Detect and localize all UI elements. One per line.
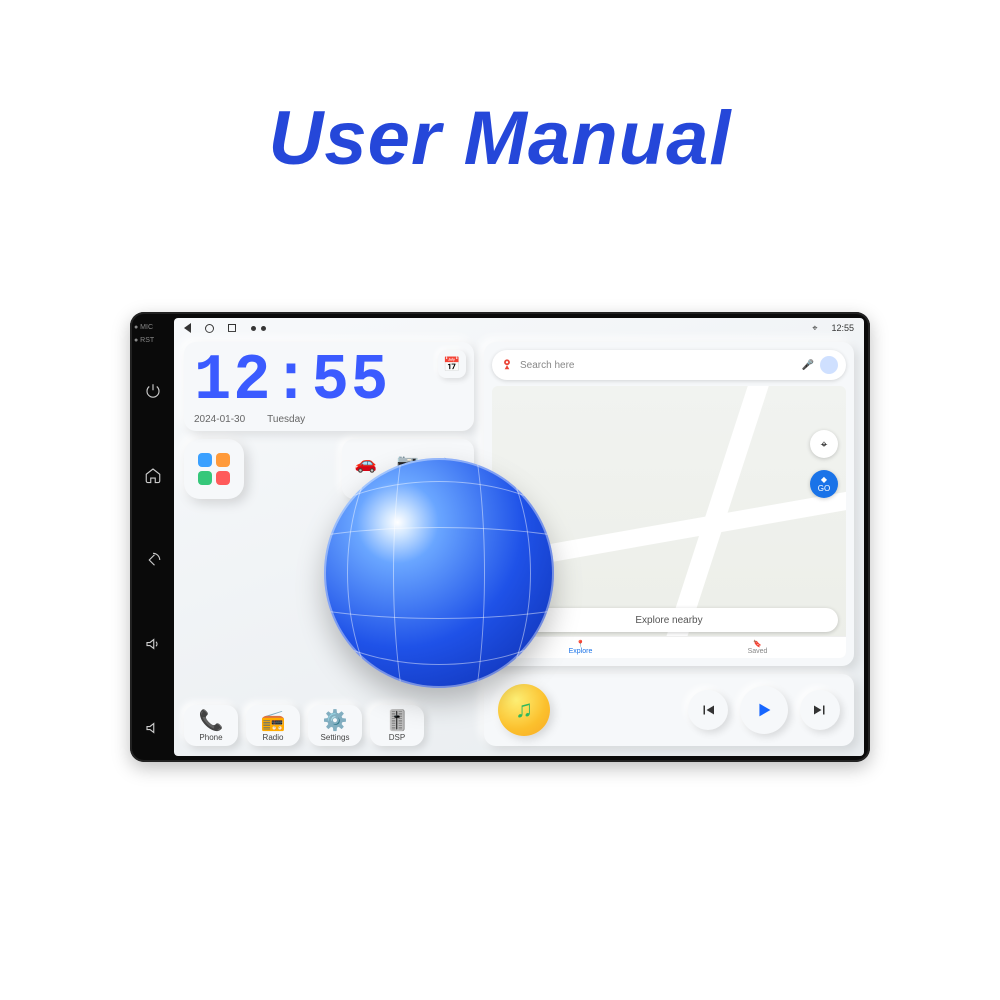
volume-up-icon[interactable]: [144, 635, 162, 658]
phone-label: Phone: [199, 733, 222, 742]
apps-grid-icon: [198, 453, 230, 485]
settings-app[interactable]: ⚙️ Settings: [308, 705, 362, 746]
radio-icon: 📻: [261, 711, 286, 731]
go-button[interactable]: ◆ GO: [810, 470, 838, 498]
hardware-button-strip: [140, 382, 166, 742]
next-button[interactable]: [800, 690, 840, 730]
play-button[interactable]: [740, 686, 788, 734]
volume-down-icon[interactable]: [144, 719, 162, 742]
status-bar: ⌖ 12:55: [174, 318, 864, 338]
device-frame: ● MIC ● RST ⌖ 12:55 12:55 📅: [130, 312, 870, 762]
rst-port-label: ● RST: [134, 337, 154, 344]
clock-widget[interactable]: 12:55 📅 2024-01-30 Tuesday: [184, 342, 474, 431]
send-icon[interactable]: ➤: [432, 445, 468, 481]
mic-port-label: ● MIC: [134, 324, 154, 331]
power-icon[interactable]: [144, 382, 162, 405]
settings-label: Settings: [321, 733, 350, 742]
music-player: ♫: [484, 674, 854, 746]
dsp-app[interactable]: 🎚️ DSP: [370, 705, 424, 746]
map-canvas[interactable]: Google ⌖ ◆ GO Explore nearby: [492, 386, 846, 658]
navigation-icon: ◆: [821, 475, 827, 484]
nav-home-icon[interactable]: [205, 324, 214, 333]
apps-button[interactable]: [184, 439, 244, 499]
radio-app[interactable]: 📻 Radio: [246, 705, 300, 746]
nav-back-icon[interactable]: [184, 323, 191, 333]
camera-icon[interactable]: 📷: [390, 445, 426, 481]
dsp-label: DSP: [389, 733, 405, 742]
quick-actions: 🚗 📷 ➤: [342, 439, 474, 499]
tab-saved-label: Saved: [748, 648, 768, 655]
locate-button[interactable]: ⌖: [810, 430, 838, 458]
equalizer-icon: 🎚️: [385, 711, 410, 731]
page-title: User Manual: [269, 95, 732, 182]
phone-app[interactable]: 📞 Phone: [184, 705, 238, 746]
nav-more-icon[interactable]: [250, 326, 267, 331]
music-icon[interactable]: ♫: [498, 684, 550, 736]
crosshair-icon: ⌖: [821, 437, 828, 452]
phone-icon: 📞: [199, 711, 224, 731]
bookmark-icon: 🔖: [753, 640, 762, 648]
back-icon[interactable]: [144, 551, 162, 574]
google-pin-icon: [500, 357, 514, 374]
map-tabs: 📍 Explore 🔖 Saved: [492, 636, 846, 658]
explore-pin-icon: 📍: [576, 640, 585, 648]
screen: ⌖ 12:55 12:55 📅 2024-01-30 Tuesday: [174, 318, 864, 756]
mic-icon[interactable]: 🎤: [802, 360, 814, 371]
map-widget[interactable]: Search here 🎤 Google ⌖ ◆ GO: [484, 342, 854, 666]
gear-icon: ⚙️: [323, 711, 348, 731]
radio-label: Radio: [263, 733, 284, 742]
explore-nearby-button[interactable]: Explore nearby: [500, 608, 838, 632]
map-search[interactable]: Search here 🎤: [492, 350, 846, 380]
status-gps-icon: ⌖: [812, 323, 817, 334]
home-icon[interactable]: [144, 466, 162, 489]
car-icon[interactable]: 🚗: [348, 445, 384, 481]
explore-label: Explore nearby: [635, 615, 702, 626]
clock-time: 12:55: [194, 348, 390, 413]
calendar-icon[interactable]: 📅: [438, 350, 466, 378]
previous-button[interactable]: [688, 690, 728, 730]
status-clock: 12:55: [831, 323, 854, 333]
search-placeholder: Search here: [520, 360, 796, 371]
nav-recent-icon[interactable]: [228, 324, 236, 332]
side-ports: ● MIC ● RST: [134, 324, 154, 344]
tab-saved[interactable]: 🔖 Saved: [669, 637, 846, 658]
tab-explore[interactable]: 📍 Explore: [492, 637, 669, 658]
tab-explore-label: Explore: [569, 648, 593, 655]
avatar-icon[interactable]: [820, 356, 838, 374]
go-label: GO: [818, 484, 830, 493]
